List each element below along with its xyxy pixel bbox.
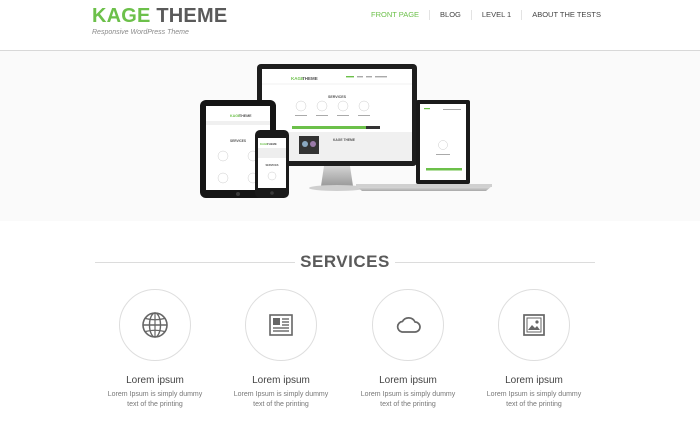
site-logo[interactable]: KAGE THEME Responsive WordPress Theme [92,5,227,36]
main-nav: FRONT PAGE BLOG LEVEL 1 ABOUT THE TESTS [361,10,611,20]
newspaper-icon [269,314,293,336]
svg-text:SERVICES: SERVICES [328,95,347,99]
site-header: KAGE THEME Responsive WordPress Theme FR… [0,0,700,51]
svg-text:SERVICES: SERVICES [230,139,246,143]
smartphone: KAGE THEME SERVICES [255,130,289,198]
service-icon-circle[interactable] [245,289,317,361]
nav-item-blog[interactable]: BLOG [429,10,471,20]
service-title: Lorem ipsum [252,375,310,386]
svg-text:THEME: THEME [302,76,318,81]
services-title: SERVICES [300,252,390,271]
service-title: Lorem ipsum [379,375,437,386]
service-item-4: Lorem ipsum Lorem Ipsum is simply dummy … [469,289,599,409]
image-icon [523,314,545,336]
service-icon-circle[interactable] [498,289,570,361]
svg-text:SERVICES: SERVICES [265,163,278,167]
service-title: Lorem ipsum [505,375,563,386]
brand-tagline: Responsive WordPress Theme [92,29,189,36]
brand-title: KAGE THEME [92,5,227,27]
service-icon-circle[interactable] [119,289,191,361]
globe-icon [142,312,168,338]
svg-text:THEME: THEME [239,114,252,118]
brand-primary: KAGE [92,5,151,27]
hero-devices-image: KAGE THEME SERVICES KAGE THEME KAGE THEM… [196,60,492,210]
brand-secondary: THEME [156,5,228,27]
service-title: Lorem ipsum [126,375,184,386]
service-item-2: Lorem ipsum Lorem Ipsum is simply dummy … [216,289,346,409]
svg-text:KAGE THEME: KAGE THEME [333,138,356,142]
service-description: Lorem Ipsum is simply dummy text of the … [360,391,456,408]
cloud-icon [396,317,421,333]
nav-item-level-1[interactable]: LEVEL 1 [470,10,521,20]
svg-text:THEME: THEME [267,142,277,146]
service-icon-circle[interactable] [372,289,444,361]
service-description: Lorem Ipsum is simply dummy text of the … [107,391,203,408]
services-heading: SERVICES [95,252,595,274]
service-description: Lorem Ipsum is simply dummy text of the … [233,391,329,408]
nav-item-front-page[interactable]: FRONT PAGE [361,10,429,20]
responsive-devices-illustration: KAGE THEME SERVICES KAGE THEME KAGE THEM… [200,64,492,198]
service-item-3: Lorem ipsum Lorem Ipsum is simply dummy … [343,289,473,409]
service-description: Lorem Ipsum is simply dummy text of the … [486,391,582,408]
service-item-1: Lorem ipsum Lorem Ipsum is simply dummy … [90,289,220,409]
nav-item-about-the-tests[interactable]: ABOUT THE TESTS [521,10,611,20]
